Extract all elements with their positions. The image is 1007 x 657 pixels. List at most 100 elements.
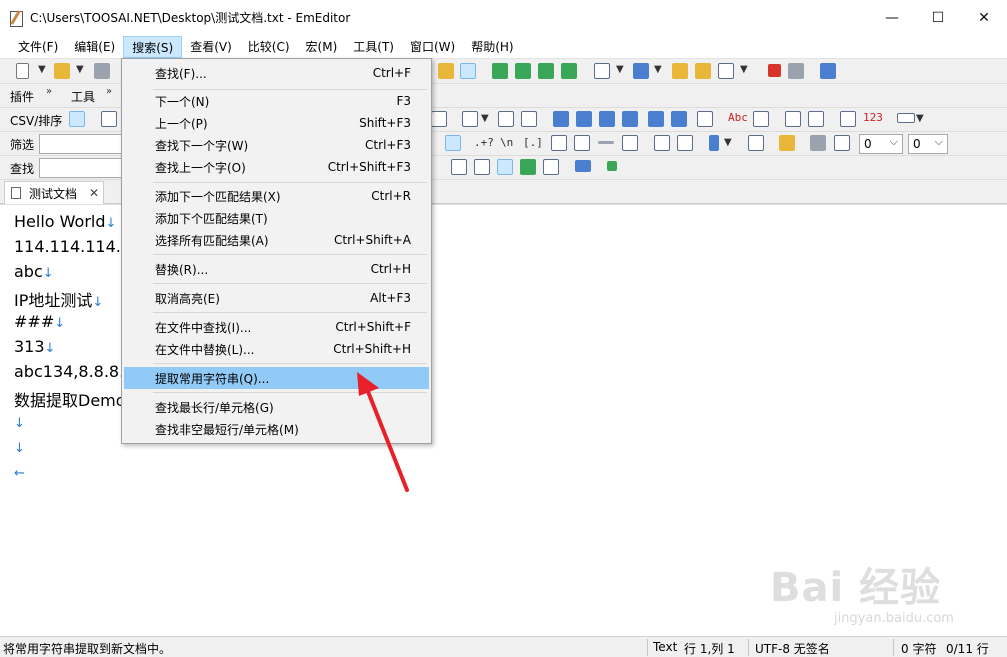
open-dropdown-chevron-icon[interactable]: ▼ xyxy=(76,64,84,75)
tools-chevron-icon[interactable]: » xyxy=(106,86,112,97)
brackets-icon[interactable]: [.] xyxy=(523,136,543,149)
check-icon[interactable] xyxy=(718,63,734,79)
down-arrow-icon[interactable] xyxy=(709,135,719,151)
new-file-icon[interactable] xyxy=(16,63,29,79)
menu-item-find-in-files[interactable]: 在文件中查找(I)... Ctrl+Shift+F xyxy=(124,316,429,338)
columns-icon[interactable] xyxy=(462,111,478,127)
encoding-icon[interactable] xyxy=(633,63,649,79)
find-next-arrow-icon[interactable] xyxy=(607,161,617,171)
find-list-icon[interactable] xyxy=(543,159,559,175)
menu-item-replace[interactable]: 替换(R)... Ctrl+H xyxy=(124,258,429,280)
filter-box-icon[interactable] xyxy=(748,135,764,151)
down-chevron-icon[interactable]: ▼ xyxy=(724,137,732,148)
filter-icon[interactable] xyxy=(460,63,476,79)
csv-table-icon[interactable] xyxy=(69,111,85,127)
tab-close-icon[interactable]: ✕ xyxy=(89,186,99,200)
minus-icon[interactable] xyxy=(598,141,614,144)
list-icon[interactable] xyxy=(840,111,856,127)
spell-options-icon[interactable] xyxy=(753,111,769,127)
find-all-icon[interactable] xyxy=(520,159,536,175)
menu-window[interactable]: 窗口(W) xyxy=(402,36,463,58)
csv-import-icon[interactable] xyxy=(521,111,537,127)
print-chevron-icon[interactable]: ▼ xyxy=(616,64,624,75)
menu-macros[interactable]: 宏(M) xyxy=(298,36,346,58)
menu-item-find-next-word[interactable]: 查找下一个字(W) Ctrl+F3 xyxy=(124,134,429,156)
menu-search[interactable]: 搜索(S) xyxy=(123,35,183,58)
lock-icon[interactable] xyxy=(779,135,795,151)
clear-format-icon[interactable] xyxy=(622,135,638,151)
find-window-icon[interactable] xyxy=(575,160,591,172)
open-folder-icon[interactable] xyxy=(54,63,70,79)
menu-item-find-next[interactable]: 下一个(N) F3 xyxy=(124,90,429,112)
maximize-button[interactable]: ☐ xyxy=(915,0,961,35)
split-view-icon[interactable] xyxy=(785,111,801,127)
menu-help[interactable]: 帮助(H) xyxy=(463,36,521,58)
bookmark-icon[interactable] xyxy=(672,63,688,79)
refresh-icon[interactable] xyxy=(538,63,554,79)
menu-compare[interactable]: 比较(C) xyxy=(240,36,298,58)
ruler-chevron-icon[interactable]: ▼ xyxy=(916,113,924,124)
menu-item-find-previous[interactable]: 上一个(P) Shift+F3 xyxy=(124,112,429,134)
word-wrap-icon[interactable] xyxy=(515,63,531,79)
status-cursor-position[interactable]: 行 1,列 1 xyxy=(684,640,735,657)
menu-view[interactable]: 查看(V) xyxy=(182,36,240,58)
compare-icon[interactable] xyxy=(808,111,824,127)
find-input[interactable] xyxy=(39,158,127,178)
whole-word-icon[interactable] xyxy=(574,135,590,151)
status-file-type[interactable]: Text xyxy=(653,640,677,654)
filter-settings-icon[interactable] xyxy=(834,135,850,151)
menu-tools[interactable]: 工具(T) xyxy=(345,36,402,58)
view-list-icon[interactable] xyxy=(492,63,508,79)
filter-search-icon[interactable] xyxy=(445,135,461,151)
filter-after-select[interactable]: 0 xyxy=(908,133,948,154)
close-button[interactable]: ✕ xyxy=(961,0,1007,35)
menu-item-clear-highlight[interactable]: 取消高亮(E) Alt+F3 xyxy=(124,287,429,309)
filter-doc2-icon[interactable] xyxy=(677,135,693,151)
menu-item-find-previous-word[interactable]: 查找上一个字(O) Ctrl+Shift+F3 xyxy=(124,156,429,178)
spell-check-icon[interactable]: Abc xyxy=(728,111,748,124)
menu-item-find[interactable]: 查找(F)... Ctrl+F xyxy=(124,62,429,84)
regex-icon[interactable]: .+? xyxy=(474,136,494,149)
newline-icon[interactable]: \n xyxy=(500,136,513,149)
menu-item-replace-in-files[interactable]: 在文件中替换(L)... Ctrl+Shift+H xyxy=(124,338,429,360)
sort-90-icon[interactable] xyxy=(622,111,638,127)
find-case-icon[interactable] xyxy=(451,159,467,175)
case-icon[interactable] xyxy=(551,135,567,151)
sort-reverse-icon[interactable] xyxy=(671,111,687,127)
sort-az-icon[interactable] xyxy=(553,111,569,127)
tools-wrench-icon[interactable] xyxy=(820,63,836,79)
find-word-icon[interactable] xyxy=(474,159,490,175)
sort-dialog-icon[interactable] xyxy=(697,111,713,127)
minimize-button[interactable]: — xyxy=(869,0,915,35)
filter-input[interactable] xyxy=(39,134,127,154)
menu-item-add-next-match[interactable]: 添加下一个匹配结果(X) Ctrl+R xyxy=(124,185,429,207)
check-chevron-icon[interactable]: ▼ xyxy=(740,64,748,75)
find-magnifier-icon[interactable] xyxy=(438,63,454,79)
find-regex-icon[interactable] xyxy=(497,159,513,175)
columns-chevron-icon[interactable]: ▼ xyxy=(481,113,489,124)
filter-doc-icon[interactable] xyxy=(654,135,670,151)
status-encoding[interactable]: UTF-8 无签名 xyxy=(755,640,830,657)
pin-icon[interactable] xyxy=(810,135,826,151)
menu-item-add-following-match[interactable]: 添加下个匹配结果(T) xyxy=(124,207,429,229)
sort-09-icon[interactable] xyxy=(599,111,615,127)
plugins-chevron-icon[interactable]: » xyxy=(46,86,52,97)
ruler-icon[interactable] xyxy=(897,113,915,123)
print-icon[interactable] xyxy=(594,63,610,79)
play-macro-icon[interactable] xyxy=(788,63,804,79)
new-dropdown-chevron-icon[interactable]: ▼ xyxy=(38,64,46,75)
csv-tool-icon[interactable] xyxy=(431,111,447,127)
tab-test-document[interactable]: 测试文档 ✕ xyxy=(4,181,104,204)
csv-export-icon[interactable] xyxy=(498,111,514,127)
menu-edit[interactable]: 编辑(E) xyxy=(66,36,123,58)
bookmark-list-icon[interactable] xyxy=(695,63,711,79)
save-icon[interactable] xyxy=(94,63,110,79)
filter-before-select[interactable]: 0 xyxy=(859,133,903,154)
menu-file[interactable]: 文件(F) xyxy=(10,36,66,58)
sort-length-icon[interactable] xyxy=(648,111,664,127)
sort-za-icon[interactable] xyxy=(576,111,592,127)
menu-item-select-all-matches[interactable]: 选择所有匹配结果(A) Ctrl+Shift+A xyxy=(124,229,429,251)
encoding-chevron-icon[interactable]: ▼ xyxy=(654,64,662,75)
record-macro-icon[interactable] xyxy=(768,64,781,77)
number-icon[interactable]: 123 xyxy=(863,111,883,124)
